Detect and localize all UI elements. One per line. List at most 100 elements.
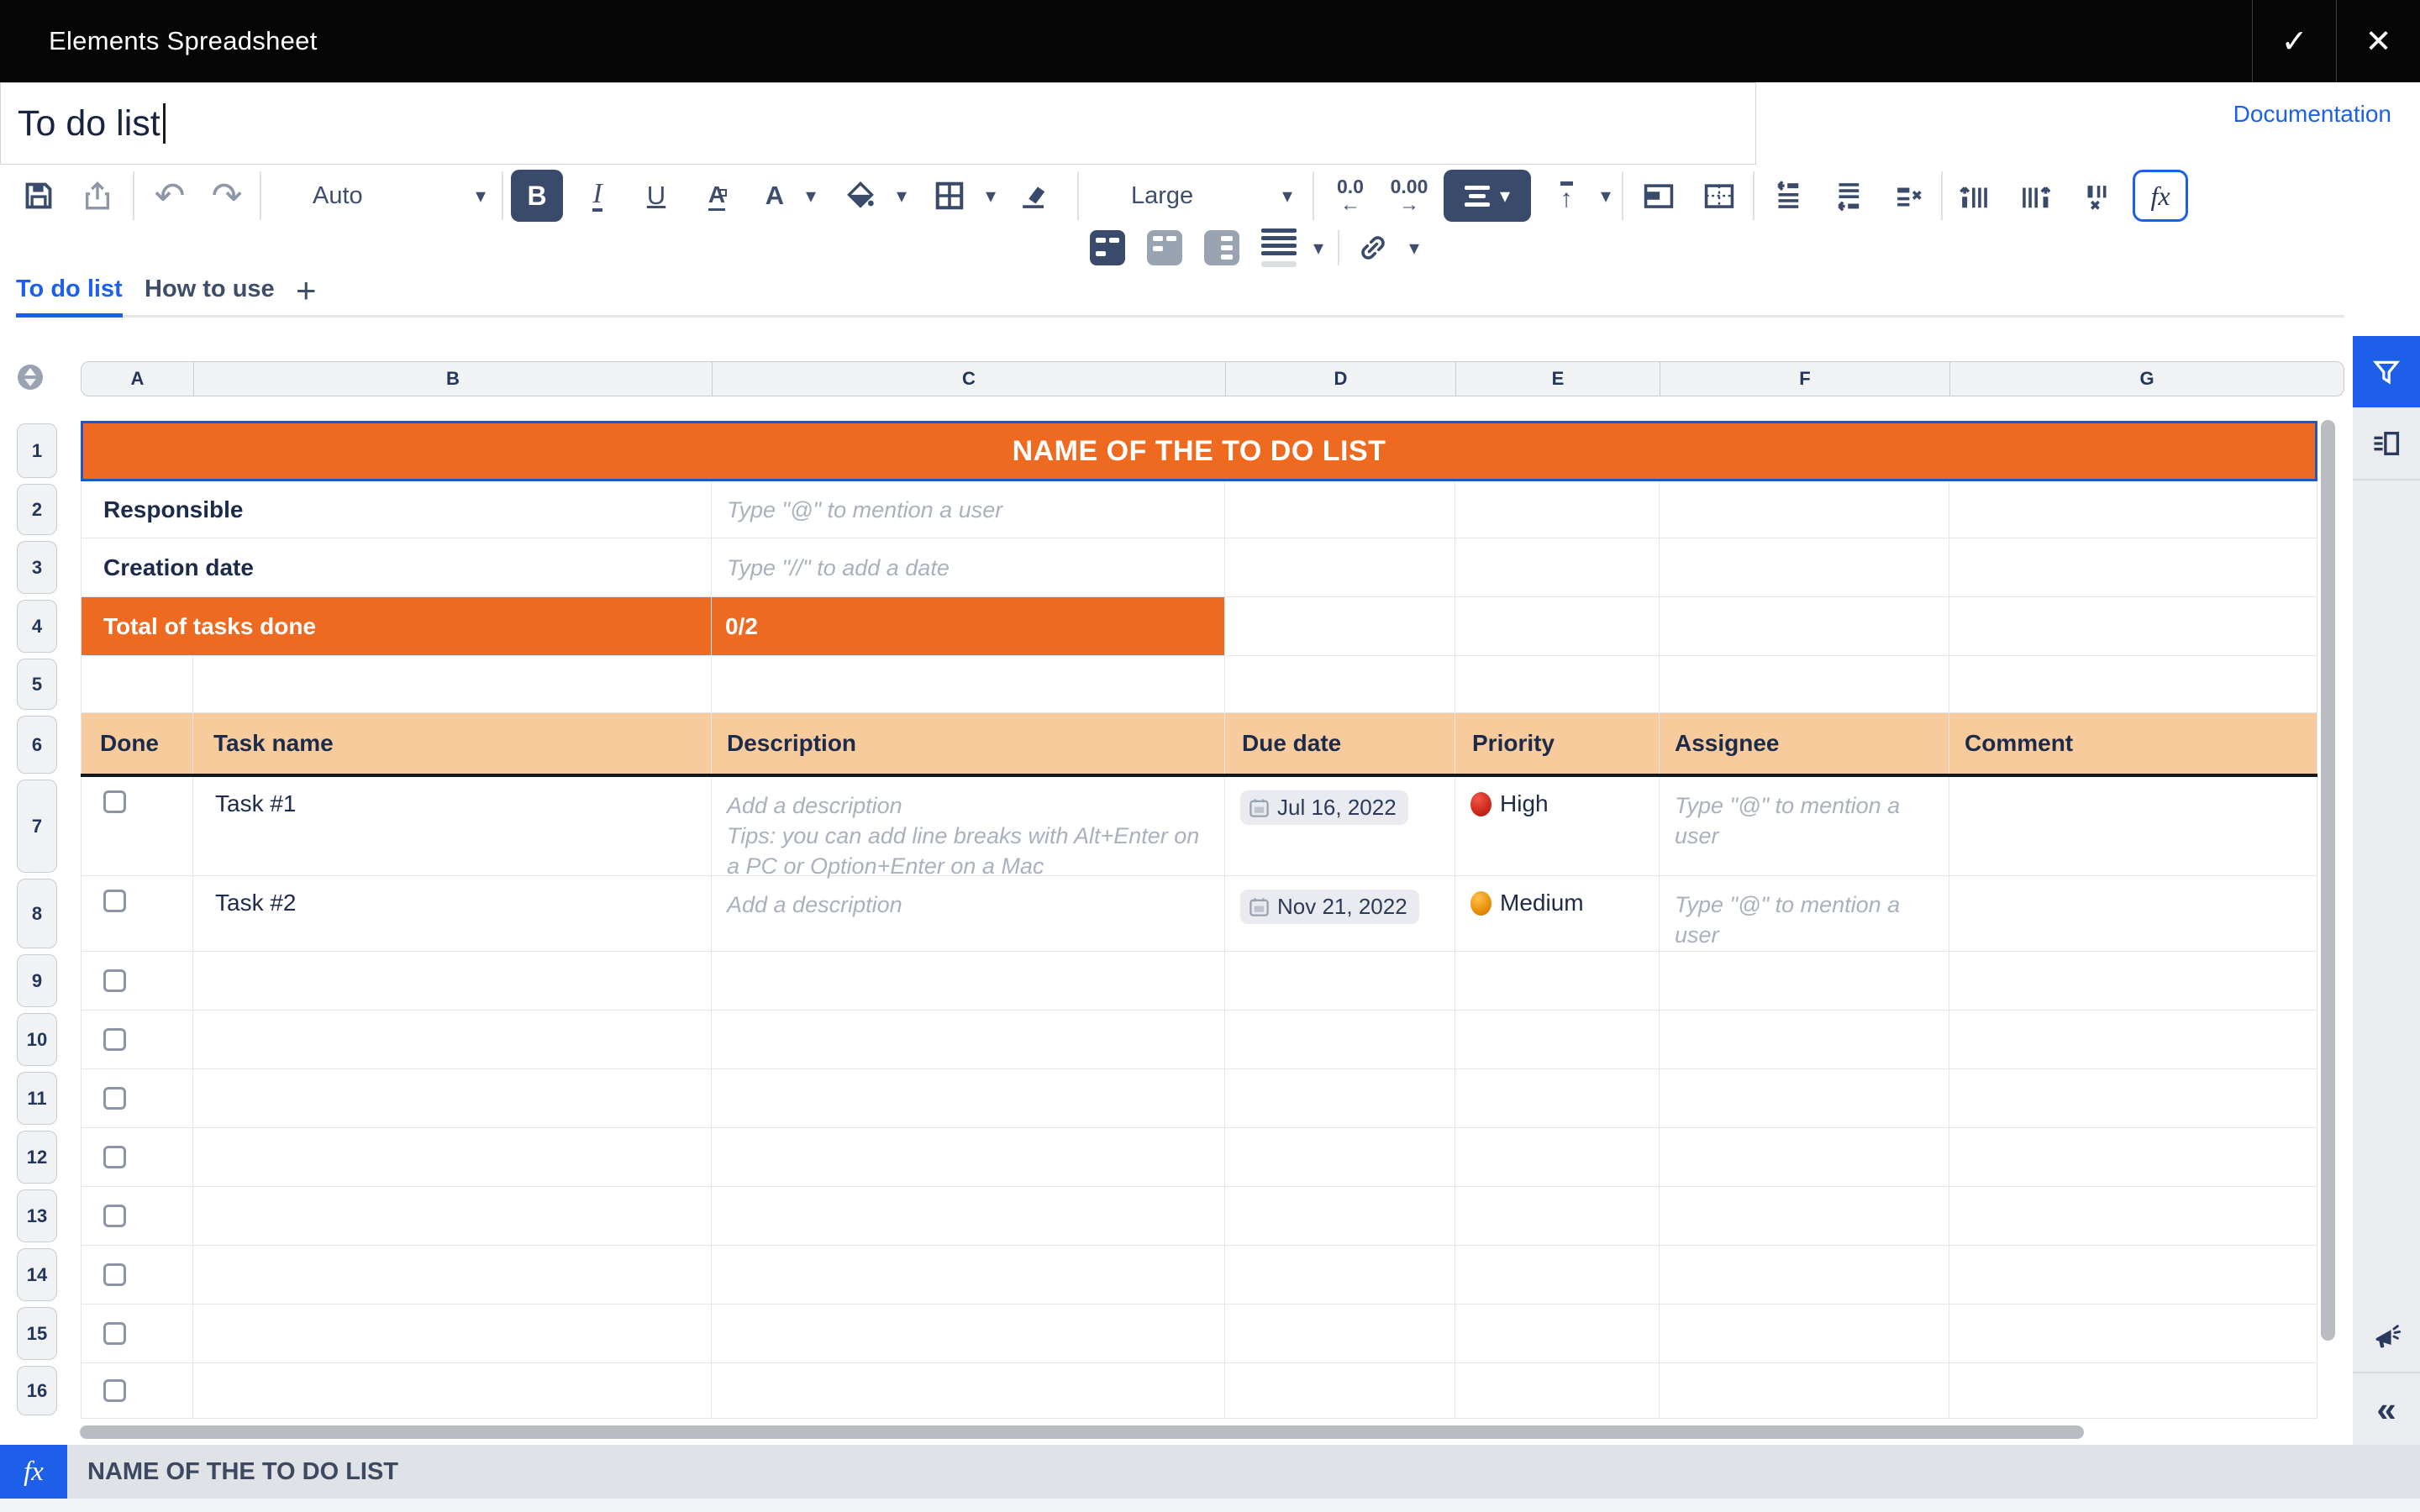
reading-pane-button[interactable] (2353, 407, 2420, 479)
cell[interactable] (1949, 597, 2317, 656)
cell[interactable] (1660, 656, 1949, 713)
cell-total-label[interactable]: Total of tasks done (81, 597, 712, 656)
column-header-g[interactable]: G (1950, 362, 2344, 396)
task-done-checkbox[interactable] (103, 969, 126, 992)
cell-comment[interactable] (1949, 876, 2317, 952)
cell[interactable] (1660, 1246, 1949, 1305)
cell[interactable] (81, 1246, 193, 1305)
filter-button[interactable] (2353, 336, 2420, 407)
cell[interactable] (1660, 1305, 1949, 1363)
clear-formatting-button[interactable] (1008, 170, 1057, 222)
cell[interactable] (1455, 597, 1660, 656)
cell[interactable] (1225, 1069, 1455, 1128)
cell[interactable] (712, 952, 1225, 1011)
text-color-button[interactable]: A (753, 170, 797, 222)
line-style-button[interactable] (1255, 228, 1302, 267)
task-done-checkbox[interactable] (103, 1263, 126, 1286)
cell[interactable] (1660, 1187, 1949, 1246)
redo-button[interactable]: ↷ (202, 170, 252, 222)
row-header-3[interactable]: 3 (17, 541, 57, 594)
column-header-c[interactable]: C (713, 362, 1226, 396)
cell[interactable] (1660, 481, 1949, 538)
undo-button[interactable]: ↶ (145, 170, 195, 222)
cell[interactable] (1225, 656, 1455, 713)
tab-to-do-list[interactable]: To do list (16, 276, 123, 318)
cell[interactable] (1949, 1069, 2317, 1128)
increase-decimal-button[interactable]: 0.00→ (1383, 170, 1435, 222)
cell[interactable] (1660, 1069, 1949, 1128)
select-all-button[interactable] (17, 364, 44, 391)
formula-fx-button[interactable]: fx (0, 1445, 67, 1499)
cell-priority[interactable]: Medium (1455, 876, 1660, 952)
cell[interactable] (1949, 538, 2317, 597)
share-button[interactable] (74, 170, 121, 222)
cell[interactable] (1225, 1128, 1455, 1187)
cell[interactable] (1455, 1246, 1660, 1305)
insert-link-button[interactable] (1349, 228, 1397, 267)
insert-column-right-button[interactable] (2010, 170, 2060, 222)
cell[interactable] (81, 1305, 193, 1363)
font-size-dropdown[interactable]: Large ▾ (1121, 170, 1302, 222)
cell[interactable] (1455, 656, 1660, 713)
vertical-scrollbar[interactable] (2321, 420, 2335, 1341)
cell[interactable] (712, 1187, 1225, 1246)
cell-priority[interactable]: High (1455, 777, 1660, 876)
header-comment[interactable]: Comment (1949, 713, 2317, 774)
cell[interactable] (1455, 1363, 1660, 1419)
task-done-checkbox[interactable] (103, 790, 126, 813)
formula-button[interactable]: fx (2133, 170, 2188, 222)
row-header-7[interactable]: 7 (17, 780, 57, 873)
task-done-checkbox[interactable] (103, 1146, 126, 1168)
row-header-5[interactable]: 5 (17, 659, 57, 710)
column-header-d[interactable]: D (1226, 362, 1456, 396)
cell[interactable] (81, 1069, 193, 1128)
cell[interactable] (81, 952, 193, 1011)
cell[interactable] (1225, 481, 1455, 538)
cell[interactable] (193, 1305, 712, 1363)
cell[interactable] (1660, 952, 1949, 1011)
documentation-link[interactable]: Documentation (2233, 101, 2391, 128)
cell[interactable] (193, 1069, 712, 1128)
cell[interactable] (1455, 1305, 1660, 1363)
cell[interactable] (1455, 538, 1660, 597)
cell-comment[interactable] (1949, 777, 2317, 876)
row-header-4[interactable]: 4 (17, 600, 57, 653)
cell[interactable] (1949, 481, 2317, 538)
font-family-dropdown[interactable]: Auto ▾ (302, 170, 496, 222)
link-dropdown[interactable]: ▾ (1400, 228, 1428, 267)
row-header-9[interactable]: 9 (17, 954, 57, 1007)
task-done-checkbox[interactable] (103, 1322, 126, 1345)
column-header-e[interactable]: E (1456, 362, 1660, 396)
cell-description[interactable]: Add a description Tips: you can add line… (712, 777, 1225, 876)
cell[interactable] (81, 1011, 193, 1069)
cell[interactable] (1455, 1187, 1660, 1246)
feedback-button[interactable] (2353, 1300, 2420, 1372)
cell[interactable] (712, 1246, 1225, 1305)
cell[interactable] (1225, 1363, 1455, 1419)
table-style-filled-button[interactable] (1084, 228, 1131, 267)
fill-color-dropdown[interactable]: ▾ (887, 170, 916, 222)
row-header-2[interactable]: 2 (17, 484, 57, 535)
task-done-checkbox[interactable] (103, 1028, 126, 1051)
borders-dropdown[interactable]: ▾ (976, 170, 1005, 222)
cell-due-date[interactable]: Nov 21, 2022 (1225, 876, 1455, 952)
horizontal-align-button[interactable]: ▾ (1444, 170, 1531, 222)
header-description[interactable]: Description (712, 713, 1225, 774)
row-header-10[interactable]: 10 (17, 1013, 57, 1066)
cell[interactable] (81, 656, 193, 713)
fill-color-button[interactable] (837, 170, 884, 222)
row-header-11[interactable]: 11 (17, 1072, 57, 1125)
cell-description[interactable]: Add a description (712, 876, 1225, 952)
cell-assignee[interactable]: Type "@" to mention a user (1660, 777, 1949, 876)
insert-row-below-button[interactable] (1822, 170, 1872, 222)
cell[interactable] (193, 1363, 712, 1419)
cell[interactable] (81, 1363, 193, 1419)
vertical-align-dropdown[interactable]: ▾ (1591, 170, 1620, 222)
date-chip[interactable]: Jul 16, 2022 (1240, 790, 1408, 825)
spreadsheet-title-input[interactable]: To do list (0, 82, 1756, 165)
row-header-13[interactable]: 13 (17, 1189, 57, 1242)
save-button[interactable] (15, 170, 62, 222)
decrease-decimal-button[interactable]: 0.0← (1324, 170, 1376, 222)
bold-button[interactable]: B (511, 170, 563, 222)
delete-column-button[interactable] (2070, 170, 2121, 222)
